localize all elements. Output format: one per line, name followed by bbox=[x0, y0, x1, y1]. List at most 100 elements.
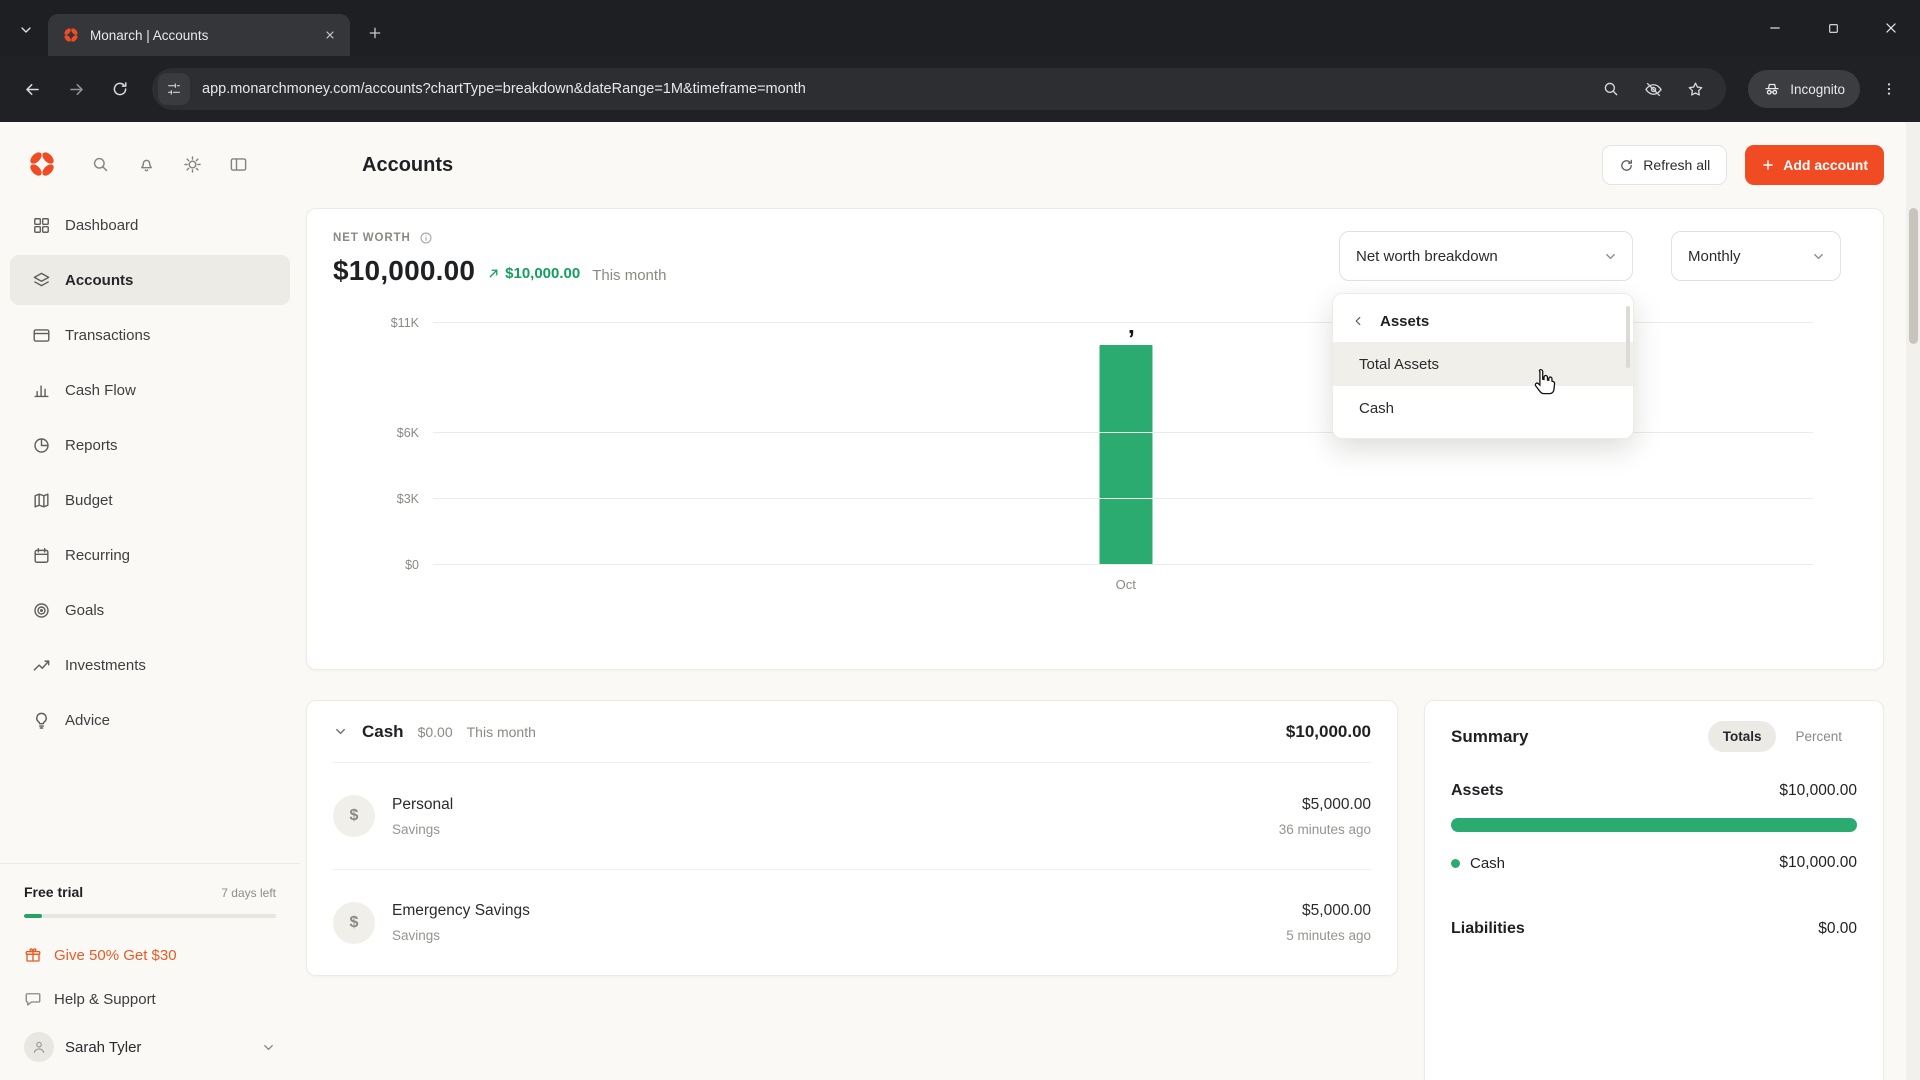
sidebar-item-recurring[interactable]: Recurring bbox=[10, 530, 290, 580]
account-updated: 5 minutes ago bbox=[1286, 928, 1371, 943]
site-settings-icon[interactable] bbox=[158, 73, 190, 105]
sidebar-item-advice[interactable]: Advice bbox=[10, 695, 290, 745]
url-bar[interactable]: app.monarchmoney.com/accounts?chartType=… bbox=[152, 68, 1726, 110]
page-title: Accounts bbox=[362, 154, 453, 177]
maximize-button[interactable] bbox=[1804, 0, 1862, 56]
menu-header[interactable]: Assets bbox=[1333, 300, 1633, 342]
screen: Monarch | Accounts app.monarchmoney.com/… bbox=[0, 0, 1920, 1080]
sidebar-item-goals[interactable]: Goals bbox=[10, 585, 290, 635]
zoom-icon[interactable] bbox=[1596, 74, 1626, 104]
reload-button[interactable] bbox=[100, 69, 140, 109]
sidebar-item-dashboard[interactable]: Dashboard bbox=[10, 200, 290, 250]
cash-group-header[interactable]: Cash $0.00 This month $10,000.00 bbox=[333, 701, 1371, 763]
sidebar-item-label: Dashboard bbox=[65, 217, 138, 234]
minimize-button[interactable] bbox=[1746, 0, 1804, 56]
tab-close-button[interactable] bbox=[318, 23, 342, 47]
chevron-down-icon bbox=[1811, 249, 1826, 264]
breakdown-dropdown-menu: Assets Total Assets Cash bbox=[1332, 293, 1634, 439]
tab-title: Monarch | Accounts bbox=[90, 28, 308, 43]
sidebar-toggle-icon[interactable] bbox=[228, 154, 248, 174]
timeframe-select[interactable]: Monthly bbox=[1671, 231, 1841, 281]
tab-search-button[interactable] bbox=[8, 12, 44, 48]
chevron-down-icon bbox=[333, 724, 348, 739]
summary-toggle: Totals Percent bbox=[1708, 721, 1857, 752]
page-scrollbar[interactable] bbox=[1906, 122, 1920, 1080]
liabilities-label: Liabilities bbox=[1451, 920, 1525, 938]
avatar bbox=[24, 1032, 54, 1062]
net-worth-value: $10,000.00 bbox=[333, 255, 475, 287]
net-worth-card: NET WORTH $10,000.00 $10,000.00 This mon… bbox=[306, 208, 1884, 670]
sidebar-bottom: Free trial 7 days left Give 50% Get $30 … bbox=[0, 863, 300, 1062]
search-icon[interactable] bbox=[90, 154, 110, 174]
y-axis-tick-label: $6K bbox=[397, 426, 419, 440]
referral-promo-label: Give 50% Get $30 bbox=[54, 947, 177, 964]
chat-bubble-icon bbox=[24, 990, 42, 1008]
account-type: Savings bbox=[392, 822, 453, 837]
free-trial-progressbar bbox=[24, 914, 276, 918]
dashboard-grid-icon bbox=[32, 216, 51, 235]
account-row-emergency-savings[interactable]: $ Emergency Savings Savings $5,000.00 5 … bbox=[333, 869, 1371, 975]
toggle-percent[interactable]: Percent bbox=[1780, 721, 1857, 752]
browser-tab[interactable]: Monarch | Accounts bbox=[48, 14, 350, 56]
refresh-all-button[interactable]: Refresh all bbox=[1602, 145, 1727, 185]
sidebar: Dashboard Accounts Transactions Cash Flo… bbox=[0, 122, 300, 1080]
monarch-favicon-icon bbox=[62, 26, 80, 44]
sidebar-item-cash-flow[interactable]: Cash Flow bbox=[10, 365, 290, 415]
chart-type-select[interactable]: Net worth breakdown bbox=[1339, 231, 1633, 281]
notifications-bell-icon[interactable] bbox=[136, 154, 156, 174]
budget-map-icon bbox=[32, 491, 51, 510]
user-menu[interactable]: Sarah Tyler bbox=[24, 1032, 276, 1062]
incognito-icon bbox=[1763, 80, 1781, 98]
settings-gear-icon[interactable] bbox=[182, 154, 202, 174]
summary-cash-row[interactable]: Cash $10,000.00 bbox=[1451, 854, 1857, 872]
advice-lightbulb-icon bbox=[32, 711, 51, 730]
info-icon[interactable] bbox=[419, 231, 433, 245]
account-row-personal[interactable]: $ Personal Savings $5,000.00 36 minutes … bbox=[333, 763, 1371, 869]
cash-group-period: This month bbox=[467, 724, 536, 740]
window-controls bbox=[1746, 0, 1920, 56]
close-window-button[interactable] bbox=[1862, 0, 1920, 56]
menu-scrollbar[interactable] bbox=[1626, 306, 1630, 368]
sidebar-item-label: Recurring bbox=[65, 547, 130, 564]
page-header: Accounts Refresh all Add account bbox=[306, 122, 1884, 208]
cash-legend-dot bbox=[1451, 859, 1460, 868]
add-account-button[interactable]: Add account bbox=[1745, 145, 1884, 185]
recurring-calendar-icon bbox=[32, 546, 51, 565]
investments-trend-icon bbox=[32, 656, 51, 675]
net-worth-change-period: This month bbox=[592, 267, 666, 284]
menu-item-cash[interactable]: Cash bbox=[1333, 386, 1633, 430]
account-amount: $5,000.00 bbox=[1279, 796, 1371, 814]
sidebar-item-reports[interactable]: Reports bbox=[10, 420, 290, 470]
browser-menu-button[interactable] bbox=[1870, 70, 1908, 108]
y-axis-tick-label: $3K bbox=[397, 492, 419, 506]
bookmark-star-icon[interactable] bbox=[1680, 74, 1710, 104]
sidebar-item-label: Investments bbox=[65, 657, 146, 674]
sidebar-item-accounts[interactable]: Accounts bbox=[10, 255, 290, 305]
password-eye-off-icon[interactable] bbox=[1638, 74, 1668, 104]
sidebar-top bbox=[0, 122, 300, 196]
reports-pie-icon bbox=[32, 436, 51, 455]
referral-promo-link[interactable]: Give 50% Get $30 bbox=[24, 946, 276, 964]
incognito-label: Incognito bbox=[1790, 82, 1845, 97]
url-text: app.monarchmoney.com/accounts?chartType=… bbox=[202, 81, 1584, 97]
net-worth-label: NET WORTH bbox=[333, 232, 411, 244]
sidebar-nav: Dashboard Accounts Transactions Cash Flo… bbox=[0, 196, 300, 750]
chart-bar-oct[interactable] bbox=[1099, 345, 1152, 565]
forward-button[interactable] bbox=[56, 69, 96, 109]
incognito-badge: Incognito bbox=[1748, 70, 1860, 108]
sidebar-item-budget[interactable]: Budget bbox=[10, 475, 290, 525]
sidebar-item-investments[interactable]: Investments bbox=[10, 640, 290, 690]
help-support-link[interactable]: Help & Support bbox=[24, 990, 276, 1008]
back-button[interactable] bbox=[12, 69, 52, 109]
monarch-logo-icon[interactable] bbox=[26, 148, 58, 180]
scrollbar-thumb[interactable] bbox=[1909, 208, 1918, 344]
sidebar-item-transactions[interactable]: Transactions bbox=[10, 310, 290, 360]
menu-item-total-assets[interactable]: Total Assets bbox=[1333, 342, 1633, 386]
account-amount: $5,000.00 bbox=[1286, 902, 1371, 920]
toggle-totals[interactable]: Totals bbox=[1708, 721, 1777, 752]
free-trial-progress-fill bbox=[24, 914, 42, 918]
chart-type-select-value: Net worth breakdown bbox=[1356, 248, 1498, 265]
gridline bbox=[433, 564, 1813, 565]
new-tab-button[interactable] bbox=[358, 16, 392, 50]
sidebar-item-label: Advice bbox=[65, 712, 110, 729]
